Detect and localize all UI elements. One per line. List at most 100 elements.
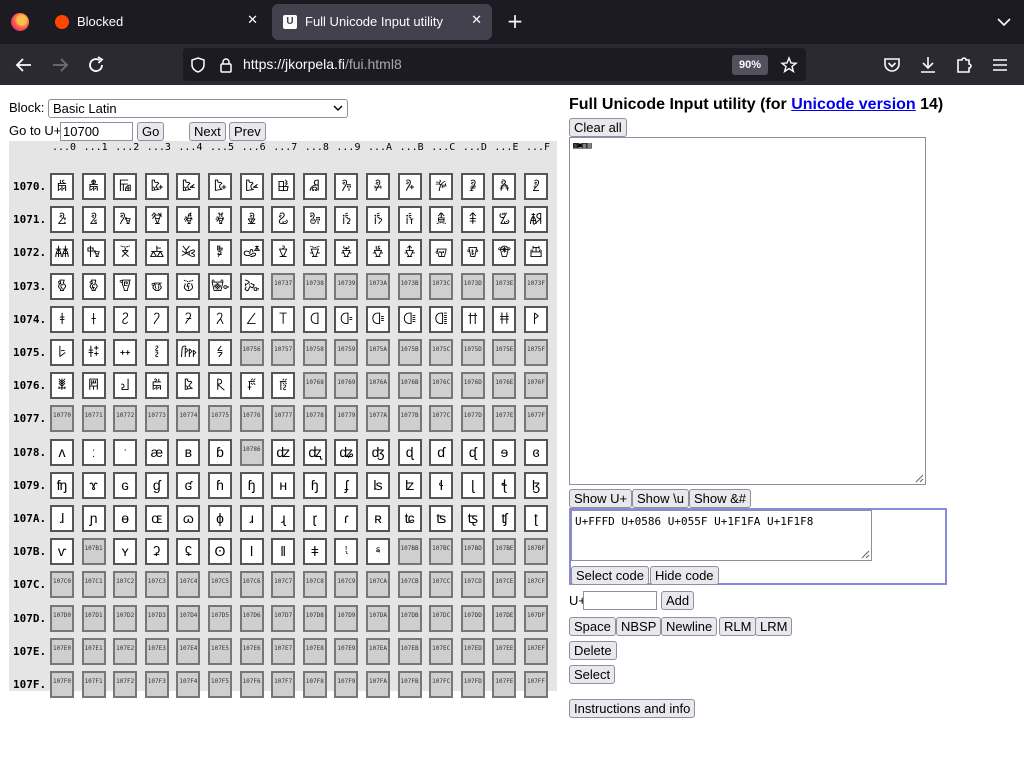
go-button[interactable]: Go (137, 122, 165, 141)
character-cell[interactable]: 𐜟 (524, 206, 548, 234)
character-cell[interactable]: ɾ (334, 505, 359, 532)
character-cell[interactable]: 107F4 (176, 671, 201, 698)
character-cell[interactable]: 107FC (429, 671, 454, 698)
lrm-button[interactable]: LRM (755, 617, 793, 636)
character-cell[interactable]: ɓ (208, 438, 232, 466)
extensions-puzzle-icon[interactable] (952, 53, 976, 77)
nbsp-button[interactable]: NBSP (616, 617, 662, 636)
character-cell[interactable]: 𐜋 (397, 173, 422, 200)
character-cell[interactable]: 10771 (81, 405, 106, 433)
character-cell[interactable]: 𐞺 (366, 538, 390, 566)
unicode-version-link[interactable]: Unicode version (791, 96, 915, 113)
character-cell[interactable]: 107D8 (302, 604, 327, 632)
character-cell[interactable]: ɸ (208, 505, 232, 532)
character-cell[interactable]: 𐜈 (302, 173, 327, 200)
character-cell[interactable]: 107FA (366, 671, 390, 698)
character-cell[interactable]: 𐜲 (113, 272, 138, 300)
character-cell[interactable]: 107EF (524, 637, 548, 665)
rlm-button[interactable]: RLM (719, 617, 757, 636)
character-cell[interactable]: 𐝃 (144, 305, 169, 333)
character-cell[interactable]: 107EB (397, 637, 422, 665)
bookmark-star-icon[interactable] (780, 56, 798, 74)
character-cell[interactable]: 1077A (366, 405, 390, 433)
character-cell[interactable]: 1073C (429, 272, 454, 300)
character-cell[interactable]: 𐝊 (366, 305, 390, 333)
clear-all-button[interactable]: Clear all (569, 118, 627, 137)
back-arrow-icon[interactable] (12, 53, 36, 77)
character-cell[interactable]: 107E4 (176, 637, 201, 665)
character-cell[interactable]: 𐜯 (524, 239, 548, 267)
code-textarea[interactable]: U+FFFD U+0586 U+055F U+1F1FA U+1F1F8 (571, 510, 872, 561)
character-cell[interactable]: 𐝀 (50, 305, 74, 333)
character-cell[interactable]: 𐝠 (50, 372, 74, 400)
character-cell[interactable]: 1073E (492, 272, 517, 300)
character-cell[interactable]: ꞎ (492, 471, 517, 499)
character-cell[interactable]: 𐜴 (176, 272, 201, 300)
show-backslash-u-button[interactable]: Show \u (632, 489, 689, 508)
character-cell[interactable]: ɦ (208, 471, 232, 499)
url-bar[interactable]: https://jkorpela.fi/fui.html8 90% (183, 48, 806, 81)
character-cell[interactable]: 𐜁 (81, 173, 106, 200)
character-cell[interactable]: 107E5 (208, 637, 232, 665)
character-cell[interactable]: 107F8 (302, 671, 327, 698)
character-cell[interactable]: 107C2 (113, 571, 138, 599)
character-cell[interactable]: 𐝒 (113, 339, 138, 366)
character-cell[interactable]: 107ED (460, 637, 485, 665)
show-amp-button[interactable]: Show &# (689, 489, 752, 508)
character-cell[interactable]: 1076E (492, 372, 517, 400)
character-cell[interactable]: 𐜗 (271, 206, 296, 234)
character-cell[interactable]: ᶑ (460, 438, 485, 466)
character-cell[interactable]: 107C4 (176, 571, 201, 599)
character-cell[interactable]: ɽ (302, 505, 327, 532)
character-cell[interactable]: 107BB (397, 538, 422, 566)
select-code-button[interactable]: Select code (571, 566, 649, 585)
character-cell[interactable]: ɤ (81, 471, 106, 499)
character-cell[interactable]: ʄ (334, 471, 359, 499)
character-cell[interactable]: 𐝍 (460, 305, 485, 333)
character-cell[interactable]: 107E3 (144, 637, 169, 665)
character-cell[interactable]: 107DF (524, 604, 548, 632)
tab-close-icon[interactable]: ✕ (247, 12, 258, 28)
u-plus-input[interactable] (583, 591, 657, 610)
character-cell[interactable]: 𐜊 (366, 173, 390, 200)
character-cell[interactable]: 107F6 (239, 671, 264, 698)
character-cell[interactable]: 10778 (302, 405, 327, 433)
tab-list-chevron-icon[interactable] (996, 14, 1012, 30)
character-cell[interactable]: ʜ (271, 471, 296, 499)
character-cell[interactable]: 1076A (366, 372, 390, 400)
downloads-icon[interactable] (916, 53, 940, 77)
character-cell[interactable]: 𐝑 (81, 339, 106, 366)
character-cell[interactable]: 𐜖 (239, 206, 264, 234)
character-cell[interactable]: 𐜨 (302, 239, 327, 267)
space-button[interactable]: Space (569, 617, 616, 636)
character-cell[interactable]: 10777 (271, 405, 296, 433)
character-cell[interactable]: 𐜂 (113, 173, 138, 200)
character-cell[interactable]: 𐜡 (81, 239, 106, 267)
character-cell[interactable]: 1076F (524, 372, 548, 400)
character-cell[interactable]: 𐜮 (492, 239, 517, 267)
character-cell[interactable]: ɞ (524, 438, 548, 466)
character-cell[interactable]: 107E0 (50, 637, 74, 665)
character-cell[interactable]: 1073F (524, 272, 548, 300)
character-cell[interactable]: 𐜶 (239, 272, 264, 300)
character-cell[interactable]: 107E6 (239, 637, 264, 665)
character-cell[interactable]: ꭧ (460, 505, 485, 532)
prev-button[interactable]: Prev (229, 122, 266, 141)
character-cell[interactable]: ɮ (524, 471, 548, 499)
character-cell[interactable]: 107D1 (81, 604, 106, 632)
character-cell[interactable]: ʛ (176, 471, 201, 499)
character-cell[interactable]: 1073D (460, 272, 485, 300)
character-cell[interactable]: 𐜘 (302, 206, 327, 234)
character-cell[interactable]: ɵ (113, 505, 138, 532)
character-cell[interactable]: 𐝋 (397, 305, 422, 333)
character-cell[interactable]: 𐜵 (208, 272, 232, 300)
character-cell[interactable]: ɢ (113, 471, 138, 499)
character-cell[interactable]: 1073B (397, 272, 422, 300)
character-cell[interactable]: 107D3 (144, 604, 169, 632)
character-cell[interactable]: ɺ (50, 505, 74, 532)
character-cell[interactable]: 𐜅 (208, 173, 232, 200)
character-cell[interactable]: 𐜓 (144, 206, 169, 234)
character-cell[interactable]: 107CD (460, 571, 485, 599)
character-cell[interactable]: 107EC (429, 637, 454, 665)
character-cell[interactable]: 𐜬 (429, 239, 454, 267)
